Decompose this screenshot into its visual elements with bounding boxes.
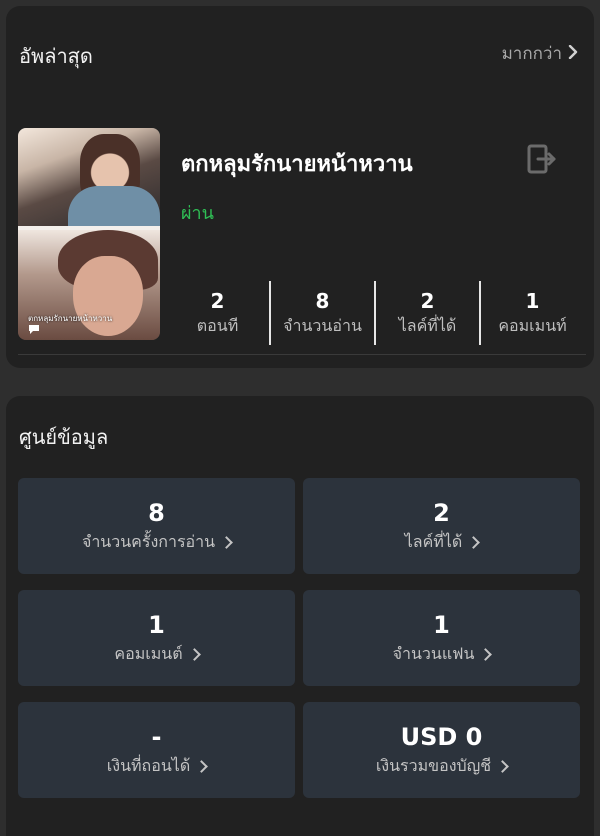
tile-label: คอมเมนต์ — [114, 644, 183, 663]
stat-label: ไลค์ที่ได้ — [398, 316, 457, 335]
tile-value: 8 — [148, 499, 165, 527]
stat-label: คอมเมนท์ — [498, 316, 567, 335]
tile-value: 1 — [433, 611, 450, 639]
stat-episodes: 2 ตอนที — [166, 281, 269, 345]
novel-stats: 2 ตอนที 8 จำนวนอ่าน 2 ไลค์ที่ได้ 1 คอมเม… — [166, 281, 584, 345]
novel-cover-image[interactable]: ตกหลุมรักนายหน้าหวาน — [18, 128, 160, 340]
stat-value: 2 — [420, 289, 435, 313]
stat-reads: 8 จำนวนอ่าน — [269, 281, 374, 345]
chevron-right-icon — [496, 759, 510, 773]
cover-caption: ตกหลุมรักนายหน้าหวาน — [28, 314, 113, 323]
chevron-right-icon — [568, 44, 578, 64]
chevron-right-icon — [187, 647, 201, 661]
chat-bubble-icon — [28, 324, 40, 338]
stat-label: จำนวนอ่าน — [283, 316, 362, 335]
tile-likes[interactable]: 2 ไลค์ที่ได้ — [303, 478, 580, 574]
stat-comments: 1 คอมเมนท์ — [479, 281, 584, 345]
info-center-card: ศูนย์ข้อมูล 8 จำนวนครั้งการอ่าน 2 ไลค์ที… — [6, 396, 594, 836]
tile-value: - — [151, 723, 162, 751]
chevron-right-icon — [195, 759, 209, 773]
tile-value: 2 — [433, 499, 450, 527]
stat-label: ตอนที — [196, 316, 239, 335]
stat-value: 1 — [525, 289, 540, 313]
info-center-title: ศูนย์ข้อมูล — [19, 425, 109, 449]
tile-label: จำนวนครั้งการอ่าน — [81, 532, 216, 551]
tile-label: เงินรวมของบัญชี — [375, 756, 492, 775]
tile-value: 1 — [148, 611, 165, 639]
tile-label: จำนวนแฟน — [392, 644, 475, 663]
tile-fans[interactable]: 1 จำนวนแฟน — [303, 590, 580, 686]
stat-value: 2 — [210, 289, 225, 313]
more-label: มากกว่า — [501, 44, 562, 64]
tile-label: ไลค์ที่ได้ — [404, 532, 463, 551]
exit-icon[interactable] — [524, 142, 558, 176]
tile-label: เงินที่ถอนได้ — [106, 756, 191, 775]
chevron-right-icon — [220, 535, 233, 549]
latest-update-title: อัพล่าสุด — [19, 44, 93, 68]
novel-status: ผ่าน — [181, 203, 214, 224]
stat-likes: 2 ไลค์ที่ได้ — [374, 281, 479, 345]
tile-value: USD 0 — [400, 723, 483, 751]
tile-comments[interactable]: 1 คอมเมนต์ — [18, 590, 295, 686]
chevron-right-icon — [479, 647, 493, 661]
latest-update-card: อัพล่าสุด มากกว่า ตกหลุมรักนายหน้าหวาน ต… — [6, 6, 594, 368]
tile-withdrawable[interactable]: - เงินที่ถอนได้ — [18, 702, 295, 798]
chevron-right-icon — [467, 535, 481, 549]
more-link[interactable]: มากกว่า — [502, 40, 578, 67]
stat-value: 8 — [315, 289, 330, 313]
novel-title[interactable]: ตกหลุมรักนายหน้าหวาน — [181, 146, 413, 181]
divider — [18, 354, 586, 355]
tile-account-total[interactable]: USD 0 เงินรวมของบัญชี — [303, 702, 580, 798]
tile-read-count[interactable]: 8 จำนวนครั้งการอ่าน — [18, 478, 295, 574]
